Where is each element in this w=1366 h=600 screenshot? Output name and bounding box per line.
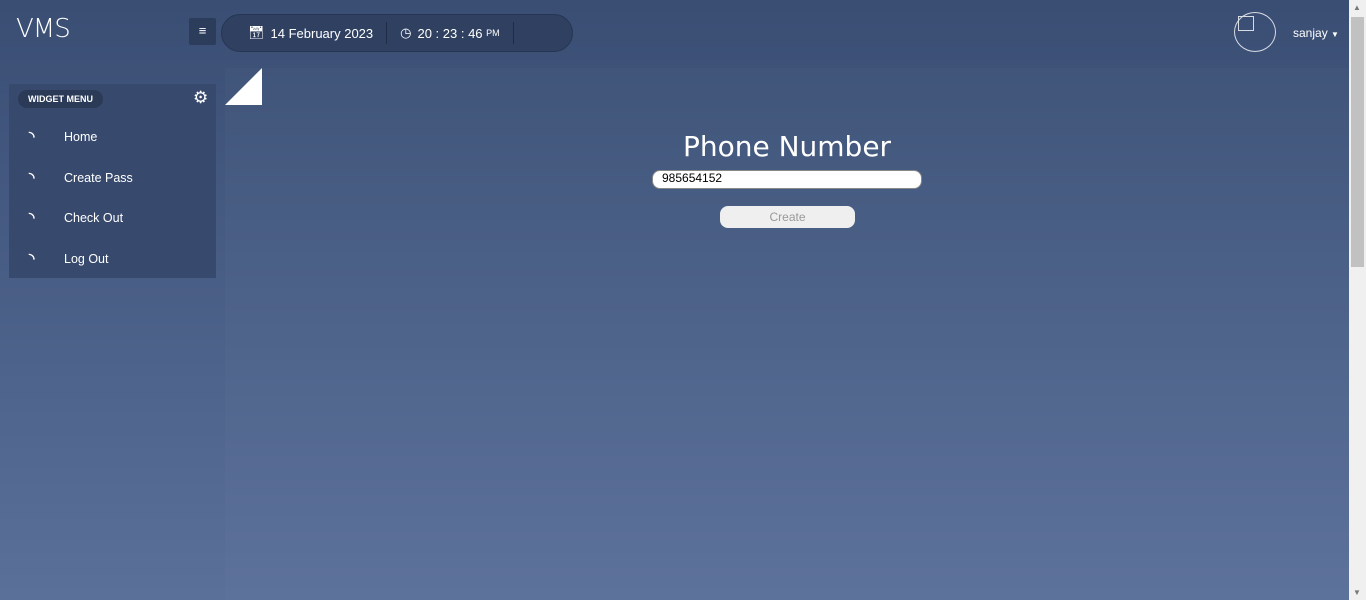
date-text: 14 February 2023: [270, 25, 374, 41]
corner-triangle: [225, 68, 262, 105]
caret-down-icon: ▼: [1331, 30, 1339, 39]
menu-toggle-button[interactable]: ≡: [189, 18, 216, 45]
widget-menu: WIDGET MENU ⚙ ◝ Home ◝ Create Pass ◝ Check …: [9, 84, 216, 278]
app-logo: VMS: [16, 14, 71, 44]
user-dropdown[interactable]: sanjay ▼: [1293, 26, 1339, 40]
sidebar-item-label: Create Pass: [64, 170, 133, 185]
scrollbar-thumb[interactable]: [1351, 17, 1364, 267]
clock-icon: ◷: [400, 25, 412, 40]
sidebar-item-label: Log Out: [64, 251, 109, 266]
rss-icon: ◝: [29, 169, 35, 185]
datetime-bar: 📅︎ 14 February 2023 ◷ 20 : 23 : 46 PM: [221, 14, 573, 52]
create-button[interactable]: Create: [720, 206, 855, 228]
sidebar-item-log-out[interactable]: ◝ Log Out: [29, 250, 108, 267]
scrollbar[interactable]: ▲ ▼: [1349, 0, 1366, 600]
avatar[interactable]: [1234, 12, 1276, 52]
time-text: 20 : 23 : 46: [417, 25, 483, 41]
sidebar-item-check-out[interactable]: ◝ Check Out: [29, 209, 123, 226]
calendar-icon: 📅︎: [248, 25, 265, 40]
widget-menu-title: WIDGET MENU: [18, 90, 103, 108]
gear-icon[interactable]: ⚙: [193, 88, 208, 108]
username: sanjay: [1293, 26, 1328, 40]
sidebar-item-create-pass[interactable]: ◝ Create Pass: [29, 169, 133, 186]
rss-icon: ◝: [29, 250, 35, 266]
phone-number-input[interactable]: 985654152: [652, 170, 922, 189]
rss-icon: ◝: [29, 209, 35, 225]
hamburger-icon: ≡: [198, 23, 207, 38]
ampm-text: PM: [486, 28, 500, 38]
page-title: Phone Number: [682, 130, 892, 163]
sidebar-item-label: Check Out: [64, 210, 124, 225]
